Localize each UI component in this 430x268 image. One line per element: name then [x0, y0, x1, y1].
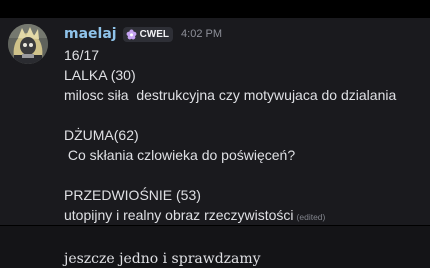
guild-tag-badge[interactable]: CWEL [122, 26, 174, 42]
message-line [64, 165, 396, 185]
message-line-edited: utopijny i realny obraz rzeczywistości (e… [64, 205, 396, 225]
message-header: maelaj CWEL 4:02 PM [64, 24, 222, 44]
flower-icon [126, 29, 137, 39]
message-line: Co skłania czlowieka do poświęceń? [64, 147, 296, 163]
message-content: 16/17 LALKA (30) milosc siła destrukcyjn… [64, 45, 396, 225]
next-message-text: jeszcze jedno i sprawdzamy [64, 251, 261, 267]
chat-view: maelaj CWEL 4:02 PM 16/17 LALKA (30) mil… [0, 0, 430, 268]
message-line: DŻUMA(62) [64, 127, 139, 143]
username[interactable]: maelaj [64, 26, 117, 42]
message-line: 16/17 [64, 47, 100, 63]
guild-tag-label: CWEL [139, 28, 170, 40]
message-line: milosc siła destrukcyjna czy motywujaca … [64, 87, 397, 103]
edited-label[interactable]: (edited) [297, 212, 326, 222]
message-line-text: utopijny i realny obraz rzeczywistości [64, 207, 294, 223]
message-timestamp[interactable]: 4:02 PM [181, 28, 222, 40]
next-message: jeszcze jedno i sprawdzamy [0, 226, 430, 268]
avatar-image [8, 24, 48, 64]
avatar[interactable] [8, 24, 48, 64]
message-line: LALKA (30) [64, 67, 136, 83]
message-line: PRZEDWIOŚNIE (53) [64, 187, 201, 203]
message-line [64, 105, 396, 125]
